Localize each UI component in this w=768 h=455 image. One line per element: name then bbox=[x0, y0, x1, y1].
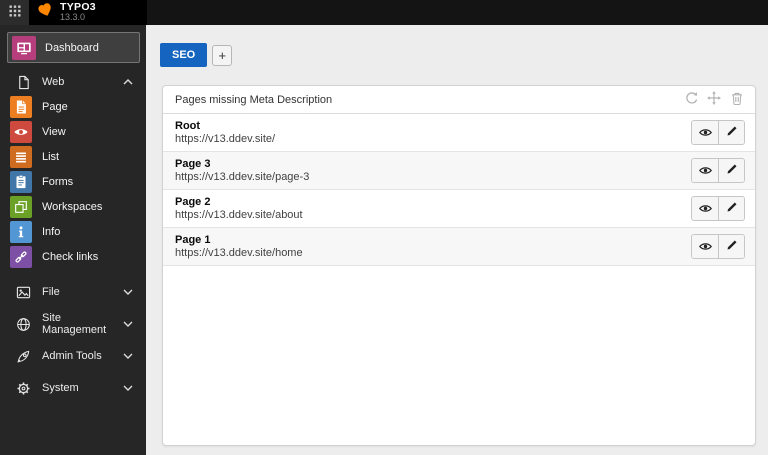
sidebar-item-dashboard[interactable]: Dashboard bbox=[7, 32, 140, 63]
refresh-button[interactable] bbox=[684, 91, 698, 108]
row-title: Page 3 bbox=[175, 157, 211, 170]
list-item: Page 3 https://v13.ddev.site/page-3 bbox=[163, 152, 755, 190]
grid-icon bbox=[9, 4, 21, 22]
product-version: 13.3.0 bbox=[60, 12, 86, 23]
sidebar-item-label: View bbox=[42, 125, 66, 138]
view-eye-icon bbox=[10, 120, 32, 143]
eye-icon bbox=[698, 163, 712, 178]
list-item: Page 2 https://v13.ddev.site/about bbox=[163, 190, 755, 228]
add-dashboard-button[interactable]: + bbox=[212, 45, 233, 66]
sidebar-item-page[interactable]: Page bbox=[0, 94, 146, 119]
sidebar-item-workspaces[interactable]: Workspaces bbox=[0, 194, 146, 219]
sidebar: Dashboard Web Page View List Forms Works… bbox=[0, 25, 146, 455]
row-actions bbox=[691, 234, 745, 259]
sidebar-item-forms[interactable]: Forms bbox=[0, 169, 146, 194]
sidebar-section-admin-tools[interactable]: Admin Tools bbox=[0, 340, 146, 372]
chain-link-icon bbox=[10, 245, 32, 268]
view-button[interactable] bbox=[692, 159, 718, 182]
row-actions bbox=[691, 196, 745, 221]
move-button[interactable] bbox=[707, 91, 721, 108]
globe-icon bbox=[15, 316, 31, 332]
row-url: https://v13.ddev.site/page-3 bbox=[175, 170, 310, 183]
info-icon bbox=[10, 220, 32, 243]
sidebar-section-label: Web bbox=[42, 76, 65, 88]
row-title: Page 1 bbox=[175, 233, 211, 246]
edit-button[interactable] bbox=[718, 197, 744, 220]
list-icon bbox=[10, 145, 32, 168]
page-icon bbox=[10, 95, 32, 118]
modules-menu-button[interactable] bbox=[0, 0, 29, 25]
sidebar-item-label: Info bbox=[42, 225, 61, 238]
typo3-logo-icon bbox=[38, 2, 53, 23]
sidebar-item-label: Dashboard bbox=[45, 41, 99, 54]
sidebar-item-view[interactable]: View bbox=[0, 119, 146, 144]
view-button[interactable] bbox=[692, 235, 718, 258]
sidebar-section-file[interactable]: File bbox=[0, 276, 146, 308]
row-actions bbox=[691, 120, 745, 145]
widget-pages-missing-meta-description: Pages missing Meta Description Root http… bbox=[162, 85, 756, 446]
edit-button[interactable] bbox=[718, 235, 744, 258]
sidebar-web-items: Page View List Forms Workspaces Info Che… bbox=[0, 94, 146, 269]
widget-header: Pages missing Meta Description bbox=[163, 86, 755, 114]
sidebar-section-label: Admin Tools bbox=[42, 350, 102, 362]
trash-icon bbox=[730, 91, 744, 108]
chevron-down-icon bbox=[123, 353, 133, 359]
main-content: SEO + Pages missing Meta Description Roo… bbox=[146, 25, 768, 455]
delete-button[interactable] bbox=[730, 91, 744, 108]
gear-icon bbox=[15, 380, 31, 396]
document-icon bbox=[15, 74, 31, 90]
eye-icon bbox=[698, 239, 712, 254]
eye-icon bbox=[698, 201, 712, 216]
sidebar-item-label: Forms bbox=[42, 175, 74, 188]
view-button[interactable] bbox=[692, 197, 718, 220]
sidebar-section-web[interactable]: Web bbox=[0, 74, 146, 90]
sidebar-section-label: System bbox=[42, 382, 79, 394]
dashboard-tabbar: SEO + bbox=[160, 43, 233, 67]
sidebar-section-system[interactable]: System bbox=[0, 372, 146, 404]
sidebar-item-info[interactable]: Info bbox=[0, 219, 146, 244]
list-item: Page 1 https://v13.ddev.site/home bbox=[163, 228, 755, 266]
image-icon bbox=[15, 284, 31, 300]
pencil-icon bbox=[726, 163, 738, 178]
typo3-brand[interactable]: TYPO3 13.3.0 bbox=[29, 0, 147, 25]
pencil-icon bbox=[726, 239, 738, 254]
refresh-icon bbox=[684, 91, 698, 108]
view-button[interactable] bbox=[692, 121, 718, 144]
sidebar-item-check-links[interactable]: Check links bbox=[0, 244, 146, 269]
row-actions bbox=[691, 158, 745, 183]
eye-icon bbox=[698, 125, 712, 140]
sidebar-item-label: Workspaces bbox=[42, 200, 103, 213]
sidebar-item-list[interactable]: List bbox=[0, 144, 146, 169]
chevron-down-icon bbox=[123, 385, 133, 391]
sidebar-item-label: Check links bbox=[42, 250, 99, 263]
tab-seo[interactable]: SEO bbox=[160, 43, 208, 67]
row-url: https://v13.ddev.site/about bbox=[175, 208, 303, 221]
sidebar-section-label: Site Management bbox=[42, 312, 107, 336]
topbar: TYPO3 13.3.0 bbox=[0, 0, 768, 25]
row-title: Page 2 bbox=[175, 195, 211, 208]
list-item: Root https://v13.ddev.site/ bbox=[163, 114, 755, 152]
layers-icon bbox=[10, 195, 32, 218]
sidebar-section-label: File bbox=[42, 286, 60, 298]
move-icon bbox=[707, 91, 721, 108]
chevron-up-icon bbox=[123, 79, 133, 85]
sidebar-section-site-management[interactable]: Site Management bbox=[0, 308, 146, 340]
widget-actions bbox=[684, 91, 744, 108]
clipboard-icon bbox=[10, 170, 32, 193]
sidebar-item-label: List bbox=[42, 150, 60, 163]
edit-button[interactable] bbox=[718, 121, 744, 144]
row-url: https://v13.ddev.site/ bbox=[175, 132, 276, 145]
dashboard-icon bbox=[12, 35, 36, 60]
sidebar-item-label: Page bbox=[42, 100, 68, 113]
edit-button[interactable] bbox=[718, 159, 744, 182]
rocket-icon bbox=[15, 348, 31, 364]
chevron-down-icon bbox=[123, 321, 133, 327]
widget-title: Pages missing Meta Description bbox=[175, 93, 333, 106]
chevron-down-icon bbox=[123, 289, 133, 295]
row-url: https://v13.ddev.site/home bbox=[175, 246, 303, 259]
row-title: Root bbox=[175, 119, 201, 132]
pencil-icon bbox=[726, 125, 738, 140]
pencil-icon bbox=[726, 201, 738, 216]
